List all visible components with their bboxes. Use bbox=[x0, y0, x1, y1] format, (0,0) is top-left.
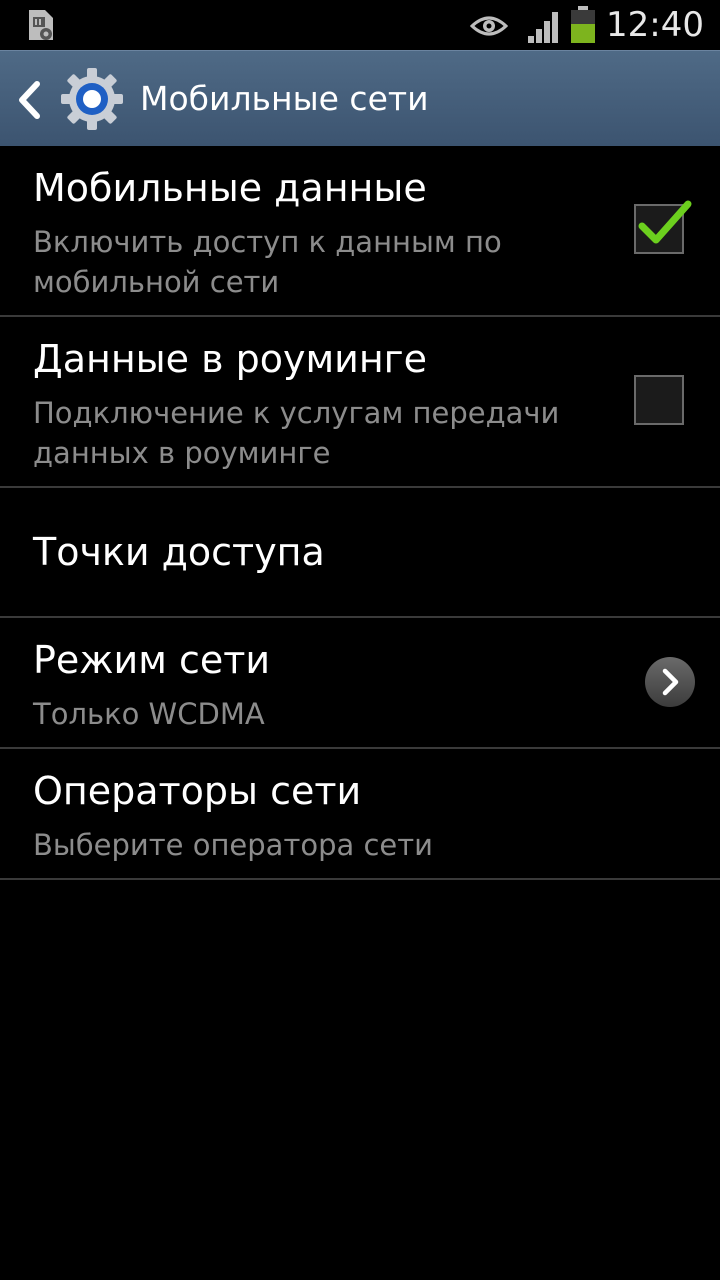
back-chevron-icon[interactable] bbox=[16, 81, 42, 119]
sim-settings-icon bbox=[29, 10, 53, 40]
network-mode-title: Режим сети bbox=[33, 638, 271, 682]
data-roaming-row[interactable]: Данные в роуминге Подключение к услугам … bbox=[0, 317, 720, 488]
data-roaming-subtitle: Подключение к услугам передачи данных в … bbox=[33, 396, 560, 470]
mobile-data-subtitle: Включить доступ к данным по мобильной се… bbox=[33, 225, 502, 299]
battery-icon bbox=[571, 6, 595, 43]
settings-list: Мобильные данные Включить доступ к данны… bbox=[0, 146, 720, 880]
access-points-title: Точки доступа bbox=[33, 530, 325, 574]
clock: 12:40 bbox=[606, 5, 704, 45]
mobile-data-checkbox[interactable] bbox=[634, 200, 692, 254]
settings-gear-icon[interactable] bbox=[60, 67, 124, 131]
chevron-right-icon[interactable] bbox=[644, 656, 696, 708]
data-roaming-title: Данные в роуминге bbox=[33, 337, 428, 381]
network-operators-title: Операторы сети bbox=[33, 769, 362, 813]
access-points-row[interactable]: Точки доступа bbox=[0, 488, 720, 618]
mobile-data-title: Мобильные данные bbox=[33, 166, 427, 210]
network-mode-row[interactable]: Режим сети Только WCDMA bbox=[0, 618, 720, 749]
network-operators-subtitle: Выберите оператора сети bbox=[33, 828, 434, 862]
network-operators-row[interactable]: Операторы сети Выберите оператора сети bbox=[0, 749, 720, 880]
screen-title: Мобильные сети bbox=[140, 79, 429, 118]
checkmark-icon bbox=[638, 200, 692, 244]
action-bar: Мобильные сети bbox=[0, 50, 720, 146]
signal-icon bbox=[528, 12, 558, 43]
mobile-data-row[interactable]: Мобильные данные Включить доступ к данны… bbox=[0, 146, 720, 317]
status-bar: 12:40 bbox=[0, 0, 720, 50]
network-mode-subtitle: Только WCDMA bbox=[33, 697, 265, 731]
eye-icon bbox=[470, 16, 508, 36]
data-roaming-checkbox[interactable] bbox=[634, 375, 684, 425]
